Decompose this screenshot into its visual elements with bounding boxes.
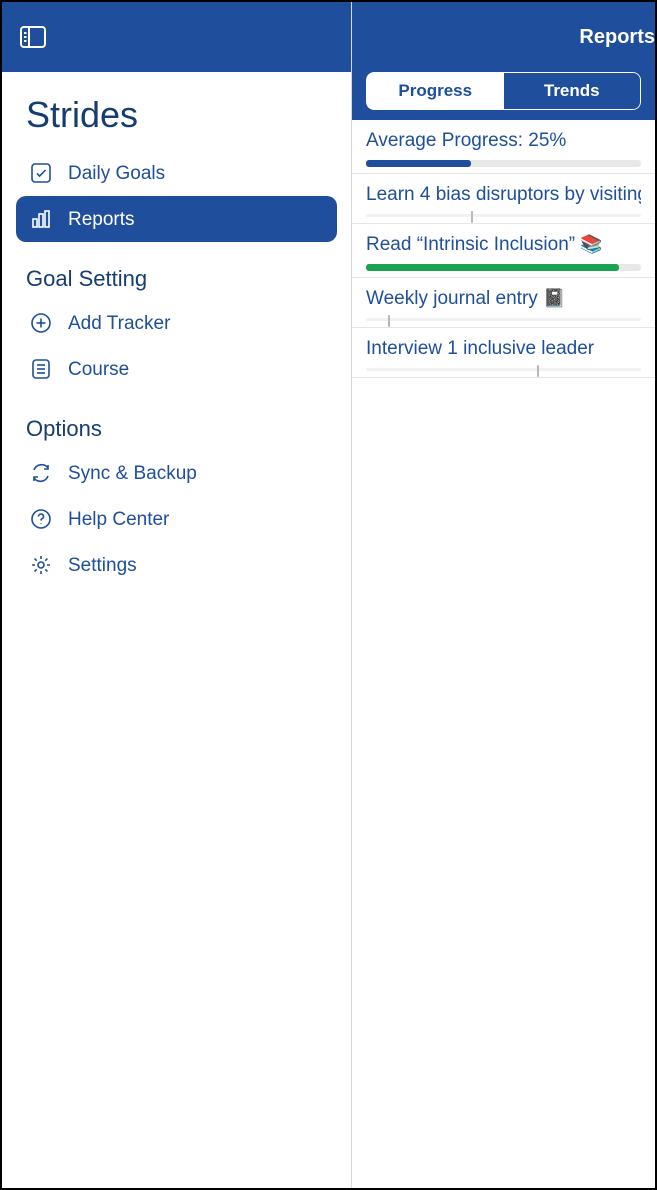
goal-row[interactable]: Weekly journal entry 📓 [352, 278, 655, 328]
sidebar-item-settings[interactable]: Settings [16, 542, 337, 588]
goal-progress-marker [471, 211, 473, 223]
sidebar: Strides Daily Goals Reports Goal Settin [2, 2, 352, 1188]
tab-label: Trends [544, 81, 600, 100]
nav-label: Sync & Backup [68, 464, 197, 483]
panel-toggle-icon[interactable] [20, 26, 46, 48]
gear-icon [30, 554, 52, 576]
summary-row[interactable]: Average Progress: 25% [352, 120, 655, 174]
goal-progress-marker [388, 315, 390, 327]
sidebar-item-sync-backup[interactable]: Sync & Backup [16, 450, 337, 496]
nav-label: Settings [68, 556, 137, 575]
check-square-icon [30, 162, 52, 184]
goal-row[interactable]: Interview 1 inclusive leader [352, 328, 655, 378]
nav-options: Sync & Backup Help Center Settings [2, 450, 351, 588]
summary-progress-fill [366, 160, 471, 167]
goal-progress-bar [366, 264, 641, 271]
goal-progress-bar [366, 318, 641, 321]
sidebar-item-reports[interactable]: Reports [16, 196, 337, 242]
goal-row[interactable]: Read “Intrinsic Inclusion” 📚 [352, 224, 655, 278]
summary-label: Average Progress: 25% [366, 130, 641, 152]
goal-progress-fill [366, 264, 619, 271]
page-title: Reports [579, 26, 655, 49]
tab-trends[interactable]: Trends [504, 72, 642, 110]
sidebar-header [2, 2, 351, 72]
goal-title: Read “Intrinsic Inclusion” 📚 [366, 234, 641, 256]
nav-label: Reports [68, 210, 135, 229]
nav-label: Course [68, 360, 129, 379]
main: Reports Progress Trends Average Progress… [352, 2, 655, 1188]
sync-icon [30, 462, 52, 484]
books-icon: 📚 [580, 234, 602, 254]
goal-title: Weekly journal entry 📓 [366, 288, 641, 310]
bar-chart-icon [30, 208, 52, 230]
segmented-control: Progress Trends [366, 72, 641, 110]
notebook-icon: 📓 [543, 288, 565, 308]
sidebar-item-daily-goals[interactable]: Daily Goals [16, 150, 337, 196]
nav-label: Add Tracker [68, 314, 170, 333]
goal-progress-bar [366, 368, 641, 371]
help-circle-icon [30, 508, 52, 530]
goal-row[interactable]: Learn 4 bias disruptors by visiting [352, 174, 655, 224]
nav-main: Daily Goals Reports [2, 150, 351, 242]
nav-goal-setting: Add Tracker Course [2, 300, 351, 392]
goal-title: Learn 4 bias disruptors by visiting [366, 184, 641, 206]
app-title: Strides [2, 72, 351, 150]
nav-label: Daily Goals [68, 164, 165, 183]
section-header-options: Options [2, 392, 351, 450]
nav-label: Help Center [68, 510, 169, 529]
list-doc-icon [30, 358, 52, 380]
plus-circle-icon [30, 312, 52, 334]
summary-progress-bar [366, 160, 641, 167]
sidebar-item-add-tracker[interactable]: Add Tracker [16, 300, 337, 346]
tab-progress[interactable]: Progress [366, 72, 504, 110]
content: Average Progress: 25% Learn 4 bias disru… [352, 120, 655, 1188]
section-header-goal-setting: Goal Setting [2, 242, 351, 300]
main-header: Reports [352, 2, 655, 72]
goal-title: Interview 1 inclusive leader [366, 338, 641, 360]
sidebar-item-help-center[interactable]: Help Center [16, 496, 337, 542]
tab-label: Progress [398, 81, 472, 100]
goal-progress-bar [366, 214, 641, 217]
goal-progress-marker [537, 365, 539, 377]
tab-bar: Progress Trends [352, 72, 655, 120]
sidebar-item-course[interactable]: Course [16, 346, 337, 392]
